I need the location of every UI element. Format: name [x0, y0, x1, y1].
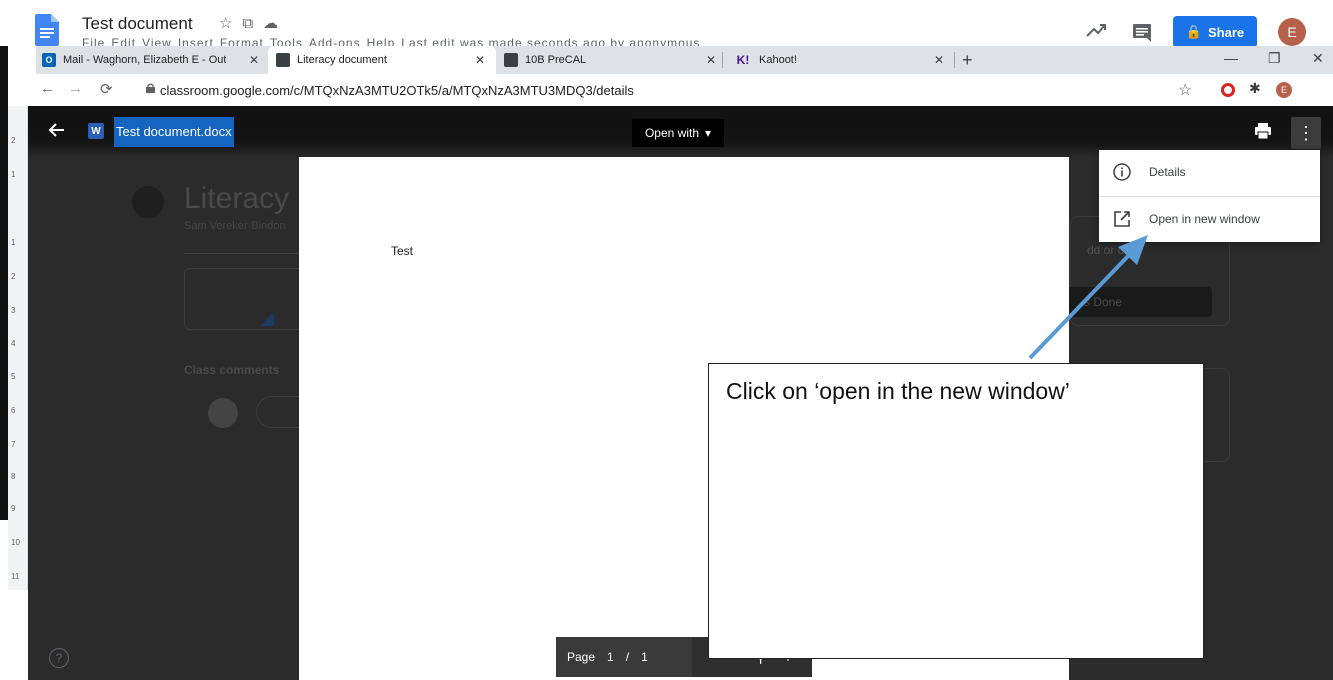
- tab-literacy-document[interactable]: Literacy document ✕: [268, 46, 496, 74]
- ruler-number: 2: [11, 136, 16, 145]
- ruler-number: 7: [11, 440, 16, 449]
- background-assignment-title: Literacy: [184, 182, 290, 215]
- instruction-callout: Click on ‘open in the new window’: [708, 363, 1204, 659]
- docs-vertical-ruler: 2 1 1 2 3 4 5 6 7 8 9 10 11: [8, 106, 28, 590]
- left-edge-rail: [0, 0, 8, 520]
- new-tab-plus-icon[interactable]: +: [962, 50, 973, 71]
- ruler-number: 8: [11, 472, 16, 481]
- ruler-number: 1: [11, 170, 16, 179]
- tab-close-icon[interactable]: ✕: [475, 53, 485, 67]
- background-add-or-create: dd or c: [1087, 243, 1124, 257]
- ruler-number: 10: [11, 538, 20, 547]
- ruler-number: 5: [11, 372, 16, 381]
- background-comment-avatar: [208, 398, 238, 428]
- reload-icon[interactable]: ⟳: [100, 80, 113, 98]
- classroom-icon: [276, 53, 290, 67]
- bookmark-star-icon[interactable]: ☆: [1178, 80, 1192, 100]
- document-text: Test: [391, 244, 414, 258]
- chrome-profile-avatar[interactable]: E: [1276, 82, 1292, 98]
- menu-item-open-in-new-window[interactable]: Open in new window: [1099, 197, 1320, 241]
- account-avatar[interactable]: E: [1278, 18, 1306, 46]
- menu-item-details-label: Details: [1149, 165, 1186, 179]
- lock-icon: 🔒: [1185, 24, 1203, 39]
- activity-trend-icon[interactable]: [1084, 14, 1108, 44]
- callout-text: Click on ‘open in the new window’: [726, 378, 1070, 404]
- ruler-number: 9: [11, 504, 16, 513]
- background-attachment-card: [184, 268, 304, 330]
- tab-10b-precal[interactable]: 10B PreCAL ✕: [504, 46, 738, 74]
- comment-history-icon[interactable]: [1131, 22, 1153, 44]
- background-class-comments: Class comments: [184, 363, 280, 377]
- docs-title[interactable]: Test document: [82, 14, 193, 34]
- assignment-icon: [132, 186, 164, 218]
- open-with-label: Open with: [644, 126, 699, 140]
- menu-item-details[interactable]: Details: [1099, 150, 1320, 194]
- ruler-number: 3: [11, 306, 16, 315]
- share-label: Share: [1208, 24, 1245, 40]
- tab-mail-label: Mail - Waghorn, Elizabeth E - Out: [63, 54, 227, 66]
- tab-separator: [954, 52, 955, 68]
- extensions-puzzle-icon[interactable]: ✱: [1249, 80, 1261, 97]
- tab-precal-label: 10B PreCAL: [525, 54, 587, 66]
- preview-file-name: Test document.docx: [114, 117, 234, 147]
- outlook-icon: O: [42, 53, 56, 67]
- tab-kahoot[interactable]: K! Kahoot! ✕: [734, 46, 956, 74]
- classroom-icon: [504, 53, 518, 67]
- secure-lock-icon[interactable]: [146, 83, 155, 93]
- background-divider: [184, 253, 304, 254]
- ruler-number: 4: [11, 339, 16, 348]
- tab-literacy-label: Literacy document: [297, 54, 387, 66]
- help-icon[interactable]: ?: [49, 648, 69, 668]
- ruler-number: 2: [11, 272, 16, 281]
- info-icon: [1113, 163, 1131, 181]
- menu-item-open-in-new-window-label: Open in new window: [1149, 212, 1260, 226]
- more-actions-menu: Details Open in new window: [1099, 150, 1320, 242]
- tab-kahoot-label: Kahoot!: [759, 54, 797, 66]
- google-docs-icon[interactable]: [35, 14, 59, 46]
- browser-address-bar: ← → ⟳ classroom.google.com/c/MTQxNzA3MTU…: [36, 74, 1333, 106]
- move-folder-icon[interactable]: ⧉: [242, 15, 263, 32]
- page-separator: /: [625, 650, 630, 664]
- tab-close-icon[interactable]: ✕: [934, 53, 944, 67]
- word-file-icon: W: [88, 123, 104, 139]
- ruler-number: 1: [11, 238, 16, 247]
- background-mark-done-label: s Done: [1084, 295, 1123, 309]
- kahoot-icon: K!: [736, 53, 750, 67]
- minimize-window-icon[interactable]: —: [1224, 50, 1238, 66]
- more-vert-icon: ⋮: [1297, 122, 1315, 143]
- opera-extension-icon[interactable]: [1221, 83, 1235, 97]
- background-mark-done-button: [1060, 287, 1212, 317]
- restore-window-icon[interactable]: ❐: [1268, 50, 1281, 67]
- caret-down-icon: ▾: [705, 126, 712, 140]
- print-icon[interactable]: [1254, 122, 1272, 140]
- tab-mail[interactable]: O Mail - Waghorn, Elizabeth E - Out ✕: [42, 46, 266, 74]
- docs-title-icons: ☆⧉☁: [219, 14, 288, 32]
- background-teacher-name: Sam Vereker-Bindon: [184, 220, 286, 232]
- more-actions-button[interactable]: ⋮: [1291, 117, 1321, 149]
- star-icon[interactable]: ☆: [219, 15, 242, 32]
- page-label: Page: [567, 650, 596, 664]
- url-input[interactable]: classroom.google.com/c/MTQxNzA3MTU2OTk5/…: [160, 83, 634, 98]
- tab-close-icon[interactable]: ✕: [706, 53, 716, 67]
- share-button[interactable]: 🔒 Share: [1173, 16, 1257, 48]
- open-with-button[interactable]: Open with ▾: [632, 119, 724, 147]
- browser-tab-strip: O Mail - Waghorn, Elizabeth E - Out ✕ Li…: [36, 46, 1333, 74]
- page-current[interactable]: 1: [607, 650, 614, 664]
- page-indicator: Page 1 / 1: [556, 637, 692, 677]
- page-total: 1: [641, 650, 648, 664]
- screenshot-root: Test document ☆⧉☁ File Edit View Insert Form…: [0, 0, 1333, 680]
- background-attachment-corner: [260, 312, 274, 326]
- close-preview-back-icon[interactable]: [46, 119, 68, 141]
- docs-header: Test document ☆⧉☁ File Edit View Insert Form…: [0, 0, 1333, 50]
- tab-close-icon[interactable]: ✕: [249, 53, 259, 67]
- tab-separator: [722, 52, 723, 68]
- back-nav-icon[interactable]: ←: [40, 80, 55, 97]
- open-new-window-icon: [1114, 211, 1130, 227]
- close-window-icon[interactable]: ✕: [1312, 50, 1324, 67]
- forward-nav-icon[interactable]: →: [68, 80, 83, 97]
- ruler-number: 11: [11, 572, 20, 581]
- cloud-status-icon: ☁: [263, 15, 289, 32]
- ruler-number: 6: [11, 406, 16, 415]
